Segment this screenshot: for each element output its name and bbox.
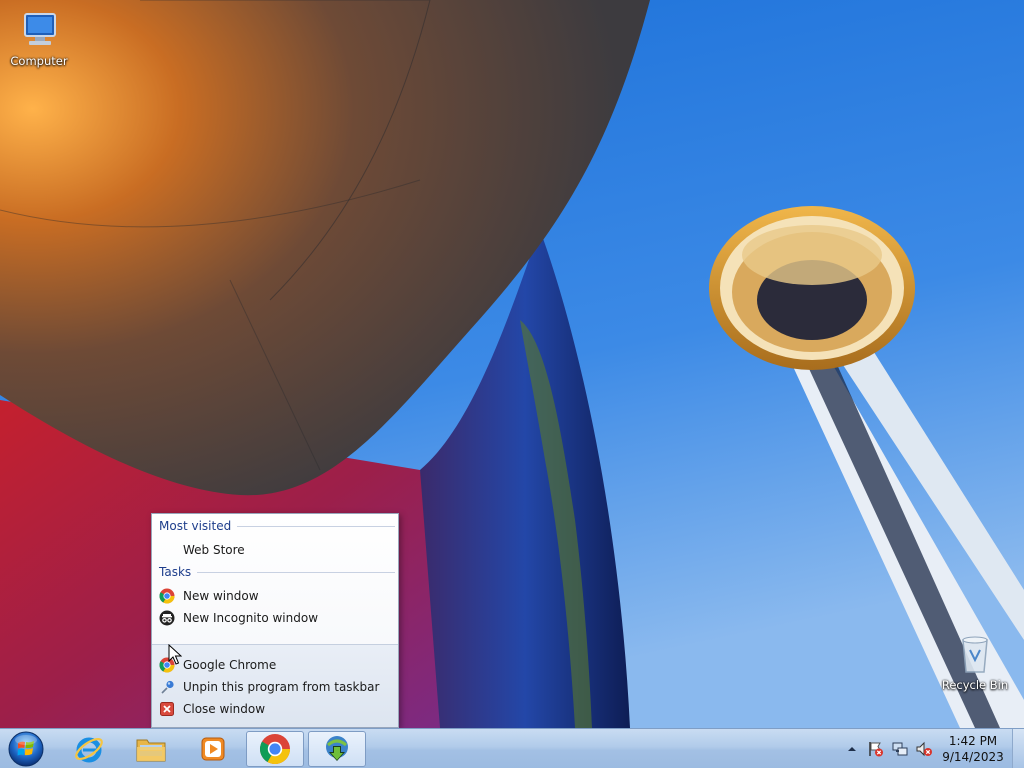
folder-icon	[136, 739, 166, 762]
taskbar: 1:42 PM 9/14/2023	[0, 728, 1024, 768]
windows-orb-icon	[8, 731, 44, 767]
close-icon	[159, 701, 175, 717]
taskbar-button-internet-download-manager[interactable]	[308, 731, 366, 767]
show-hidden-icons-arrow[interactable]	[842, 739, 862, 759]
clock-time: 1:42 PM	[948, 734, 998, 748]
recycle-bin-icon	[962, 636, 988, 673]
computer-icon	[24, 13, 56, 45]
taskbar-button-media-player[interactable]	[184, 731, 242, 767]
system-tray	[842, 735, 938, 763]
start-button[interactable]	[6, 730, 46, 768]
jumplist-item-close-window[interactable]: Close window	[159, 699, 395, 719]
jumplist-header-most-visited: Most visited	[159, 518, 395, 534]
jumplist-item-new-incognito-window[interactable]: New Incognito window	[159, 608, 395, 628]
header-divider	[237, 525, 395, 527]
jumplist-item-unpin[interactable]: Unpin this program from taskbar	[159, 677, 395, 697]
jumplist-item-new-window[interactable]: New window	[159, 586, 395, 606]
chrome-icon	[159, 588, 175, 604]
show-desktop-button[interactable]	[1012, 729, 1024, 768]
taskbar-button-internet-explorer[interactable]	[60, 731, 118, 767]
mouse-cursor-icon	[168, 644, 182, 665]
taskbar-clock[interactable]: 1:42 PM 9/14/2023	[940, 733, 1006, 765]
idm-icon	[326, 736, 348, 761]
desktop-icon-label: Recycle Bin	[941, 678, 1009, 692]
internet-explorer-icon	[75, 737, 103, 763]
jumplist-item-google-chrome[interactable]: Google Chrome	[159, 655, 395, 675]
desktop-icon-computer[interactable]: Computer	[1, 8, 77, 68]
unpin-icon	[159, 679, 175, 695]
desktop-icon-label: Computer	[10, 54, 68, 68]
network-icon[interactable]	[890, 739, 910, 759]
jumplist-item-web-store[interactable]: Web Store	[159, 540, 395, 560]
clock-date: 9/14/2023	[942, 750, 1004, 764]
jumplist-footer: Google Chrome Unpin this program from ta…	[152, 644, 398, 727]
taskbar-button-windows-explorer[interactable]	[122, 731, 180, 767]
desktop-icon-recycle-bin[interactable]: Recycle Bin	[937, 632, 1013, 692]
jumplist-header-tasks: Tasks	[159, 564, 395, 580]
chrome-jump-list: Most visited Web Store Tasks New window	[151, 513, 399, 728]
header-divider	[197, 571, 395, 573]
volume-muted-icon[interactable]	[914, 739, 934, 759]
blank-icon	[159, 542, 175, 558]
media-player-icon	[201, 737, 225, 761]
action-center-flag-icon[interactable]	[866, 739, 886, 759]
incognito-icon	[159, 610, 175, 626]
taskbar-button-google-chrome[interactable]	[246, 731, 304, 767]
chrome-icon	[259, 734, 290, 765]
